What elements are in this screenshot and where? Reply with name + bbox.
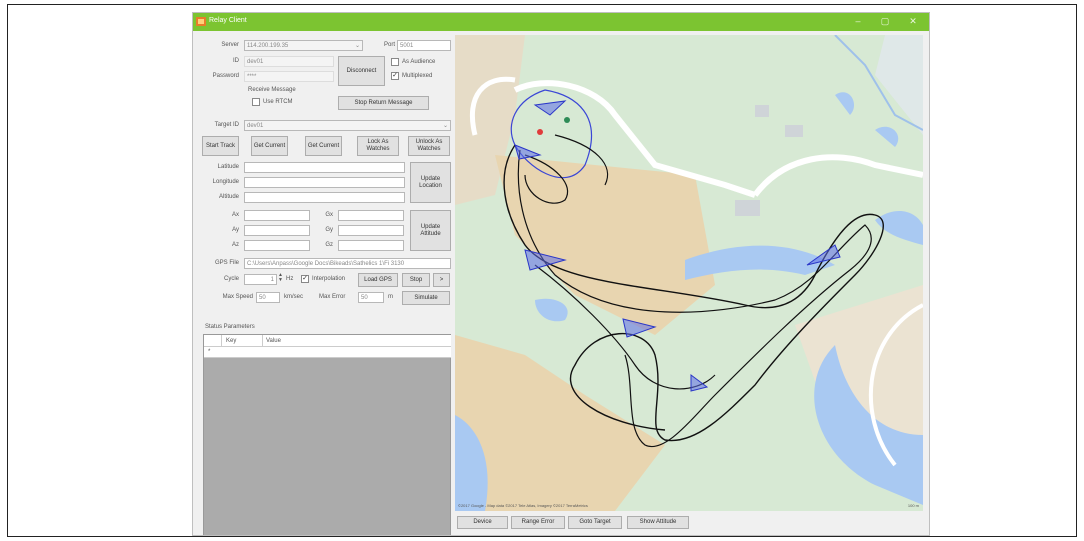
max-speed-input[interactable]: 50 xyxy=(256,292,280,303)
gz-label: Gz xyxy=(325,242,333,248)
map-view[interactable]: ©2017 Google - Map data ©2017 Tele Atlas… xyxy=(455,35,923,511)
column-key: Key xyxy=(226,338,237,344)
interpolation-label: Interpolation xyxy=(312,276,346,282)
update-location-button[interactable]: Update Location xyxy=(410,162,451,203)
maximize-button[interactable]: ▢ xyxy=(876,15,894,28)
id-label: ID xyxy=(233,58,239,64)
latitude-label: Latitude xyxy=(217,164,239,170)
ax-label: Ax xyxy=(231,212,239,218)
device-button[interactable]: Device xyxy=(457,516,508,529)
cycle-input[interactable]: 1 xyxy=(244,274,277,285)
show-attitude-button[interactable]: Show Attitude xyxy=(627,516,689,529)
row-marker: * xyxy=(208,349,211,355)
window-title: Relay Client xyxy=(209,17,247,24)
password-input[interactable]: **** xyxy=(244,71,334,82)
server-select[interactable]: 114.200.199.35 ⌄ xyxy=(244,40,363,51)
status-parameters-label: Status Parameters xyxy=(205,324,255,330)
goto-target-button[interactable]: Goto Target xyxy=(568,516,622,529)
stop-return-message-button[interactable]: Stop Return Message xyxy=(338,96,429,110)
stop-button[interactable]: Stop xyxy=(402,273,430,287)
map-attribution: ©2017 Google - Map data ©2017 Tele Atlas… xyxy=(458,503,588,508)
get-current-button-2[interactable]: Get Current xyxy=(305,136,342,156)
az-label: Az xyxy=(231,242,239,248)
close-button[interactable]: ✕ xyxy=(904,15,922,28)
use-rtcm-checkbox[interactable] xyxy=(252,98,260,106)
update-attitude-button[interactable]: Update Attitude xyxy=(410,210,451,251)
get-current-button[interactable]: Get Current xyxy=(251,136,288,156)
chevron-down-icon: ⌄ xyxy=(354,43,360,49)
max-error-label: Max Error xyxy=(319,294,346,300)
lock-as-watches-button[interactable]: Lock As Watches xyxy=(357,136,399,156)
az-input[interactable] xyxy=(244,240,310,251)
password-label: Password xyxy=(212,73,239,79)
multiplexed-checkbox[interactable]: ✓ xyxy=(391,72,399,80)
map-scale: 100 m xyxy=(907,503,919,508)
max-error-unit: m xyxy=(388,294,393,300)
as-audience-label: As Audience xyxy=(402,59,436,65)
ay-input[interactable] xyxy=(244,225,310,236)
bottom-toolbar: Device Range Error Goto Target Show Atti… xyxy=(455,511,929,535)
server-label: Server xyxy=(221,42,239,48)
unlock-as-watches-button[interactable]: Unlock As Watches xyxy=(408,136,450,156)
gy-label: Gy xyxy=(325,227,333,233)
load-gps-button[interactable]: Load GPS xyxy=(358,273,398,287)
altitude-input[interactable] xyxy=(244,192,405,203)
target-id-select[interactable]: dev01 ⌄ xyxy=(244,120,451,131)
next-button[interactable]: > xyxy=(433,273,450,287)
status-grid[interactable]: Key Value * xyxy=(203,334,451,535)
gy-input[interactable] xyxy=(338,225,404,236)
longitude-label: Longitude xyxy=(212,179,239,185)
gps-file-input[interactable]: C:\Users\Anpass\Google Docs\Bikeads\Sath… xyxy=(244,258,451,269)
ay-label: Ay xyxy=(232,227,239,233)
chevron-down-icon: ⌄ xyxy=(442,123,448,129)
interpolation-checkbox[interactable]: ✓ xyxy=(301,275,309,283)
column-value: Value xyxy=(266,338,281,344)
cycle-spinner-icon[interactable]: ▲ ▼ xyxy=(278,273,283,283)
target-id-label: Target ID xyxy=(214,122,239,128)
use-rtcm-label: Use RTCM xyxy=(263,99,293,105)
port-input[interactable]: 5001 xyxy=(397,40,451,51)
grid-header: Key Value xyxy=(204,335,451,358)
id-input[interactable]: dev01 xyxy=(244,56,334,67)
start-track-button[interactable]: Start Track xyxy=(202,136,239,156)
cycle-label: Cycle xyxy=(223,276,239,282)
altitude-label: Altitude xyxy=(218,194,239,200)
map-canvas xyxy=(455,35,923,511)
latitude-input[interactable] xyxy=(244,162,405,173)
app-icon xyxy=(196,17,206,26)
longitude-input[interactable] xyxy=(244,177,405,188)
simulate-button[interactable]: Simulate xyxy=(402,291,450,305)
control-panel: Server 114.200.199.35 ⌄ Port 5001 ID dev0… xyxy=(193,31,455,535)
disconnect-button[interactable]: Disconnect xyxy=(338,56,385,86)
receive-message-label: Receive Message xyxy=(248,87,296,93)
minimize-button[interactable]: – xyxy=(849,15,867,28)
gx-label: Gx xyxy=(325,212,333,218)
gx-input[interactable] xyxy=(338,210,404,221)
relay-client-window: Relay Client – ▢ ✕ Server 114.200.199.35… xyxy=(192,12,930,536)
title-bar: Relay Client – ▢ ✕ xyxy=(193,13,929,31)
port-label: Port xyxy=(383,42,395,48)
max-speed-label: Max Speed xyxy=(222,294,253,300)
table-row[interactable]: * xyxy=(204,347,451,358)
max-speed-unit: km/sec xyxy=(284,294,304,300)
cycle-unit: Hz xyxy=(286,276,294,282)
gps-file-label: GPS File xyxy=(214,260,239,266)
ax-input[interactable] xyxy=(244,210,310,221)
range-error-button[interactable]: Range Error xyxy=(511,516,565,529)
as-audience-checkbox[interactable] xyxy=(391,58,399,66)
gz-input[interactable] xyxy=(338,240,404,251)
max-error-input[interactable]: 50 xyxy=(358,292,384,303)
multiplexed-label: Multiplexed xyxy=(402,73,433,79)
